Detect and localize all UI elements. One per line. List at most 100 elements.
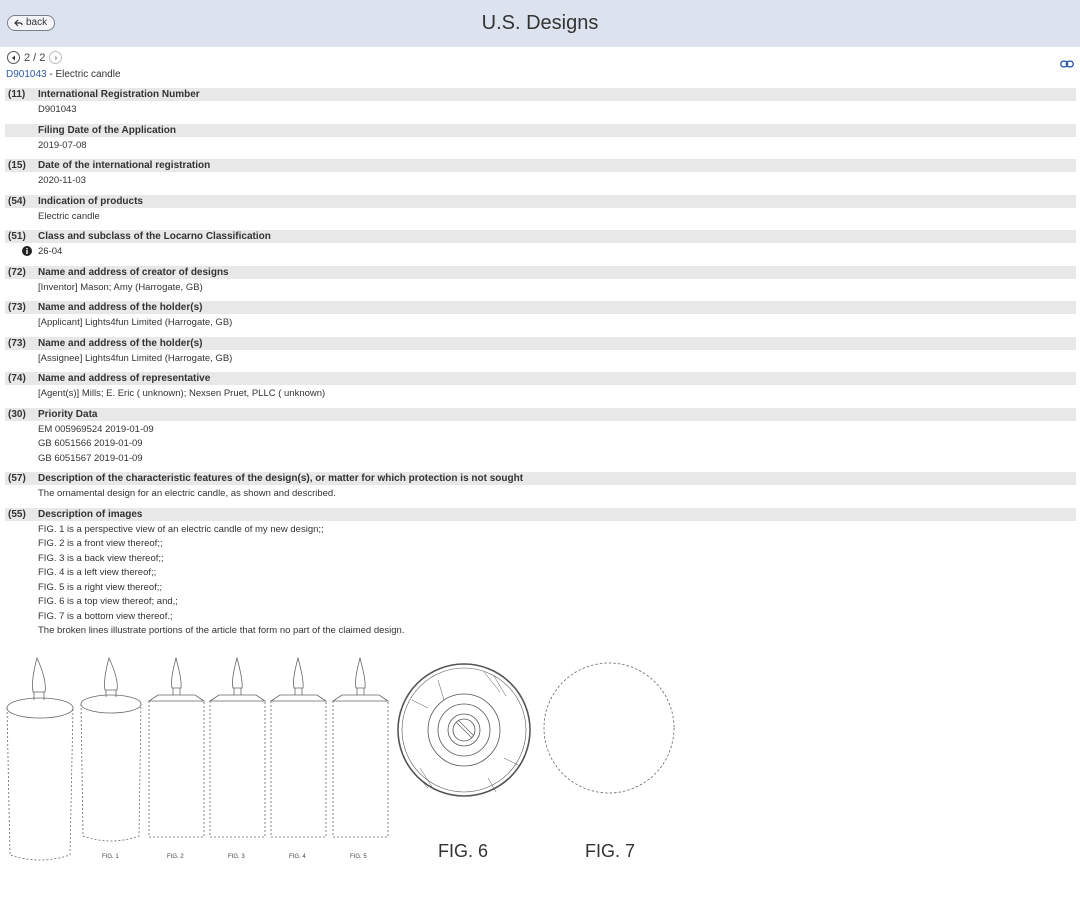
fig5-label: FIG. 5 xyxy=(350,854,367,860)
record-value: FIG. 3 is a back view thereof;; xyxy=(38,552,164,564)
record-header: (74) Name and address of representative xyxy=(5,372,1076,385)
design-heading: D901043 - Electric candle xyxy=(6,69,121,80)
record: (55) Description of images FIG. 1 is a per… xyxy=(5,507,1076,639)
record-value: [Agent(s)] Mills; E. Eric ( unknown); Ne… xyxy=(38,388,326,399)
record-header: (54) Indication of products xyxy=(5,194,1076,208)
fig7-label: FIG. 7 xyxy=(585,841,636,861)
record: (15) Date of the international registrati… xyxy=(5,159,1076,189)
chevron-left-icon xyxy=(11,55,15,60)
record-value: 2019-07-08 xyxy=(38,139,87,151)
record-values: [Agent(s)] Mills; E. Eric ( unknown); Ne… xyxy=(5,385,1076,402)
record-value: FIG. 2 is a front view thereof;; xyxy=(38,538,163,549)
record-code: (15) xyxy=(8,160,26,171)
record-value: 26-04 xyxy=(38,246,63,257)
record-code: (55) xyxy=(8,508,26,520)
record-values: Electric candle xyxy=(5,208,1076,225)
fig1b-drawing xyxy=(80,656,142,842)
record-label: International Registration Number xyxy=(38,89,200,100)
record-label: Name and address of the holder(s) xyxy=(38,337,203,349)
record-value: [Inventor] Mason; Amy (Harrogate, GB) xyxy=(38,281,203,293)
record: (74) Name and address of representative [A… xyxy=(5,372,1076,402)
design-drawings: FIG. 1 FIG. 2 FIG. 3 FIG. 4 FIG. 5 FIG. … xyxy=(0,650,700,910)
record: (11) International Registration Number D90… xyxy=(5,88,1076,118)
info-icon[interactable] xyxy=(22,246,32,256)
drawings-svg xyxy=(6,656,675,861)
fig6-label: FIG. 6 xyxy=(438,841,489,861)
record-header: (55) Description of images xyxy=(5,507,1076,521)
record-value: [Assignee] Lights4fun Limited (Harrogate… xyxy=(38,352,233,364)
record-value: FIG. 5 is a right view thereof;; xyxy=(38,581,163,593)
record-value: FIG. 7 is a bottom view thereof.; xyxy=(38,610,173,622)
record-header: (57) Description of the characteristic fe… xyxy=(5,472,1076,485)
record-value: FIG. 6 is a top view thereof; and,; xyxy=(38,596,178,607)
record-value: FIG. 4 is a left view thereof;; xyxy=(38,567,157,578)
record-code: (51) xyxy=(8,231,26,242)
record-values: [Assignee] Lights4fun Limited (Harrogate… xyxy=(5,350,1076,367)
fig4-drawing xyxy=(269,656,328,838)
record: (51) Class and subclass of the Locarno Cl… xyxy=(5,230,1076,260)
record-values: The ornamental design for an electric ca… xyxy=(5,485,1076,502)
record-label: Indication of products xyxy=(38,195,143,207)
record: (73) Name and address of the holder(s) [Ap… xyxy=(5,301,1076,331)
record-label: Name and address of the holder(s) xyxy=(38,302,203,313)
next-button[interactable] xyxy=(49,51,63,64)
record-value: 2020-11-03 xyxy=(38,175,86,186)
record-header: (51) Class and subclass of the Locarno Cl… xyxy=(5,230,1076,243)
record-code: (73) xyxy=(8,302,26,313)
record-header: (15) Date of the international registrati… xyxy=(5,159,1076,172)
fig2-label: FIG. 2 xyxy=(167,854,184,860)
record-value: EM 005969524 2019-01-09 xyxy=(38,423,154,435)
record-label: Name and address of creator of designs xyxy=(38,266,229,278)
record-value: GB 6051566 2019-01-09 xyxy=(38,438,143,449)
record-value: D901043 xyxy=(38,104,77,115)
record-values: [Applicant] Lights4fun Limited (Harrogat… xyxy=(5,314,1076,331)
fig3-drawing xyxy=(208,656,267,838)
record-values: 2019-07-08 xyxy=(5,137,1076,154)
record: (57) Description of the characteristic fe… xyxy=(5,472,1076,502)
record-code: (74) xyxy=(8,373,26,384)
record-value: The ornamental design for an electric ca… xyxy=(38,488,336,499)
record-label: Name and address of representative xyxy=(38,373,211,384)
record-code: (30) xyxy=(8,408,26,420)
record-label: Filing Date of the Application xyxy=(38,124,176,136)
record-values: D901043 xyxy=(5,101,1076,118)
fig5-drawing xyxy=(331,656,390,838)
record-label: Description of the characteristic featur… xyxy=(38,473,524,484)
record-values: 26-04 xyxy=(5,243,1076,260)
record-code: (54) xyxy=(8,195,26,207)
record-code: (11) xyxy=(8,89,26,100)
record: (73) Name and address of the holder(s) [As… xyxy=(5,336,1076,367)
fig2-drawing xyxy=(147,656,206,838)
record-value: [Applicant] Lights4fun Limited (Harrogat… xyxy=(38,317,233,328)
record-values: 2020-11-03 xyxy=(5,172,1076,189)
record-values: FIG. 1 is a perspective view of an elect… xyxy=(5,521,1076,639)
design-number-link[interactable]: D901043 xyxy=(6,69,47,80)
fig7-drawing xyxy=(543,662,675,794)
record-label: Description of images xyxy=(38,508,143,520)
record-label: Date of the international registration xyxy=(38,160,211,171)
record: (54) Indication of products Electric candl… xyxy=(5,194,1076,225)
design-title: - Electric candle xyxy=(46,69,121,80)
record-label: Priority Data xyxy=(38,408,98,420)
record-value: The broken lines illustrate portions of … xyxy=(38,625,405,636)
record-header: (72) Name and address of creator of desig… xyxy=(5,265,1076,279)
record-header: (30) Priority Data xyxy=(5,407,1076,421)
chevron-right-icon xyxy=(54,55,58,60)
top-bar: back U.S. Designs xyxy=(0,0,1080,47)
fig1-label: FIG. 1 xyxy=(102,854,119,860)
link-icon xyxy=(1060,60,1074,68)
fig3-label: FIG. 3 xyxy=(228,854,245,860)
fig6-drawing xyxy=(397,663,531,797)
permalink-button[interactable] xyxy=(1060,55,1074,73)
record-value: FIG. 1 is a perspective view of an elect… xyxy=(38,523,324,535)
record: (30) Priority Data EM 005969524 2019-01-09… xyxy=(5,407,1076,467)
record-code: (73) xyxy=(8,337,26,349)
fig1-drawing xyxy=(6,656,74,861)
record-value: Electric candle xyxy=(38,210,100,222)
fig4-label: FIG. 4 xyxy=(289,854,306,860)
record-header: (73) Name and address of the holder(s) xyxy=(5,336,1076,350)
record-header: Filing Date of the Application xyxy=(5,123,1076,137)
record-code: (72) xyxy=(8,266,26,278)
previous-button[interactable] xyxy=(7,51,20,64)
record-header: (11) International Registration Number xyxy=(5,88,1076,101)
